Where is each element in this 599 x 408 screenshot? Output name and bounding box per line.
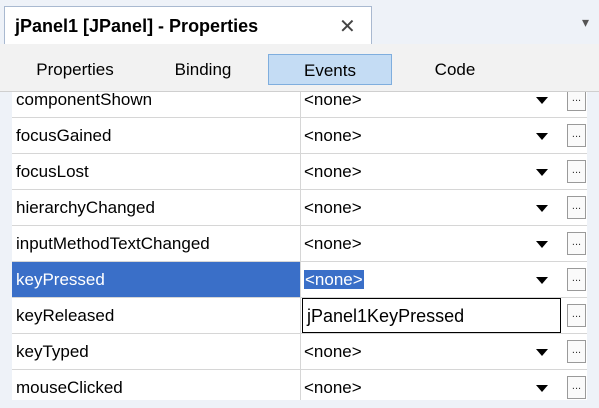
tab-events[interactable]: Events bbox=[268, 54, 392, 85]
dropdown-arrow-icon[interactable] bbox=[536, 241, 548, 248]
event-name: keyReleased bbox=[12, 298, 301, 333]
right-border bbox=[587, 92, 599, 400]
event-handler-value: <none> bbox=[304, 234, 362, 253]
event-name: mouseClicked bbox=[12, 370, 301, 400]
event-handler-value[interactable]: jPanel1KeyPressed bbox=[307, 306, 464, 326]
property-subtabs: Properties Binding Events Code bbox=[0, 44, 599, 92]
event-name: hierarchyChanged bbox=[12, 190, 301, 225]
ellipsis-button[interactable]: ... bbox=[567, 304, 586, 327]
bottom-border bbox=[0, 400, 599, 408]
event-row-keyTyped[interactable]: keyTyped <none> ... bbox=[12, 334, 587, 370]
ellipsis-button[interactable]: ... bbox=[567, 92, 586, 111]
ellipsis-button[interactable]: ... bbox=[567, 196, 586, 219]
event-rows: componentShown <none> ... focusGained <n… bbox=[12, 92, 587, 400]
event-handler-value: <none> bbox=[304, 342, 362, 361]
ellipsis-button[interactable]: ... bbox=[567, 160, 586, 183]
event-handler-value: <none> bbox=[304, 162, 362, 181]
left-border bbox=[0, 92, 12, 400]
event-handler-value: <none> bbox=[304, 92, 362, 109]
ellipsis-button[interactable]: ... bbox=[567, 340, 586, 363]
event-handler-select[interactable]: <none> bbox=[302, 334, 563, 369]
tab-properties[interactable]: Properties bbox=[16, 54, 134, 85]
dropdown-arrow-icon[interactable] bbox=[536, 349, 548, 356]
event-name: inputMethodTextChanged bbox=[12, 226, 301, 261]
close-icon[interactable]: ✕ bbox=[339, 14, 356, 39]
ellipsis-button[interactable]: ... bbox=[567, 376, 586, 399]
event-row-focusGained[interactable]: focusGained <none> ... bbox=[12, 118, 587, 154]
tab-title: jPanel1 [JPanel] - Properties bbox=[15, 16, 259, 36]
event-handler-value: <none> bbox=[304, 270, 364, 289]
event-handler-select[interactable]: <none> bbox=[302, 92, 563, 117]
dropdown-arrow-icon[interactable] bbox=[536, 169, 548, 176]
dropdown-arrow-icon[interactable] bbox=[536, 205, 548, 212]
event-name: keyTyped bbox=[12, 334, 301, 369]
event-handler-value: <none> bbox=[304, 198, 362, 217]
ellipsis-button[interactable]: ... bbox=[567, 232, 586, 255]
dropdown-arrow-icon[interactable] bbox=[536, 277, 548, 284]
event-row-keyPressed[interactable]: keyPressed <none> ... bbox=[12, 262, 587, 298]
event-handler-select[interactable]: <none> bbox=[302, 190, 563, 225]
event-row-mouseClicked[interactable]: mouseClicked <none> ... bbox=[12, 370, 587, 400]
tab-scroll-icon[interactable]: ▾ bbox=[582, 14, 589, 31]
ellipsis-button[interactable]: ... bbox=[567, 124, 586, 147]
event-name: componentShown bbox=[12, 92, 301, 117]
tab-code[interactable]: Code bbox=[410, 54, 500, 85]
event-row-focusLost[interactable]: focusLost <none> ... bbox=[12, 154, 587, 190]
event-handler-value: <none> bbox=[304, 378, 362, 397]
event-handler-select[interactable]: <none> bbox=[302, 262, 563, 297]
event-name: focusLost bbox=[12, 154, 301, 189]
event-handler-editor[interactable]: jPanel1KeyPressed bbox=[302, 298, 561, 333]
dropdown-arrow-icon[interactable] bbox=[536, 385, 548, 392]
event-name: keyPressed bbox=[12, 262, 301, 297]
event-row-hierarchyChanged[interactable]: hierarchyChanged <none> ... bbox=[12, 190, 587, 226]
events-property-sheet: componentShown <none> ... focusGained <n… bbox=[12, 92, 587, 400]
event-handler-select[interactable]: <none> bbox=[302, 118, 563, 153]
dropdown-arrow-icon[interactable] bbox=[536, 97, 548, 104]
event-name: focusGained bbox=[12, 118, 301, 153]
ellipsis-button[interactable]: ... bbox=[567, 268, 586, 291]
event-handler-select[interactable]: <none> bbox=[302, 226, 563, 261]
properties-window-tab[interactable]: jPanel1 [JPanel] - Properties ✕ bbox=[4, 6, 372, 44]
event-handler-value: <none> bbox=[304, 126, 362, 145]
event-row-inputMethodTextChanged[interactable]: inputMethodTextChanged <none> ... bbox=[12, 226, 587, 262]
dropdown-arrow-icon[interactable] bbox=[536, 133, 548, 140]
event-row-keyReleased[interactable]: keyReleased jPanel1KeyPressed ... bbox=[12, 298, 587, 334]
window-tab-bar: jPanel1 [JPanel] - Properties ✕ ▾ bbox=[0, 0, 599, 45]
event-handler-select[interactable]: <none> bbox=[302, 370, 563, 400]
event-row-componentShown[interactable]: componentShown <none> ... bbox=[12, 92, 587, 118]
event-handler-select[interactable]: <none> bbox=[302, 154, 563, 189]
tab-binding[interactable]: Binding bbox=[150, 54, 256, 85]
